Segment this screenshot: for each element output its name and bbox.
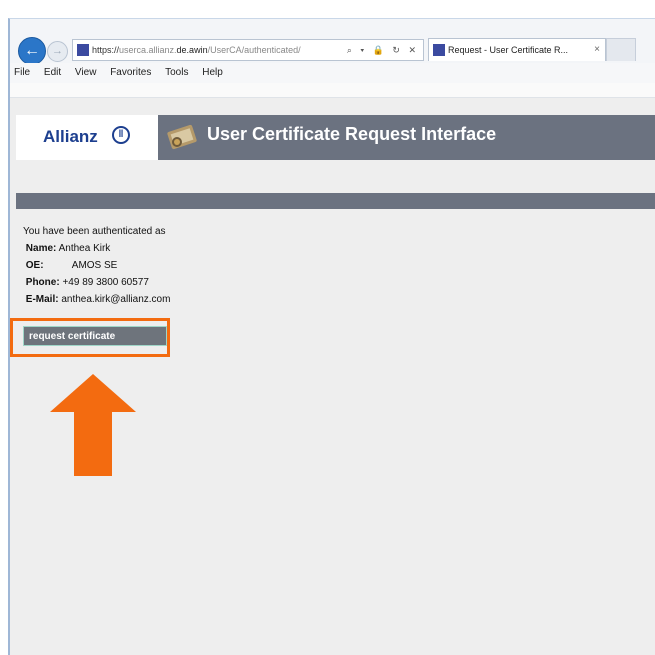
browser-titlebar: ← → https://userca.allianz.de.awin/UserC…: [10, 19, 655, 65]
field-name: Name: Anthea Kirk: [23, 240, 170, 257]
annotation-up-arrow-icon: [50, 374, 136, 476]
field-phone: Phone: +49 89 3800 60577: [23, 274, 170, 291]
field-label: Phone:: [25, 277, 60, 288]
page-title: User Certificate Request Interface: [207, 124, 497, 144]
auth-intro: You have been authenticated as: [23, 226, 166, 237]
certificate-icon: [167, 124, 197, 150]
field-label: Name:: [25, 243, 57, 254]
field-label: OE:: [25, 260, 44, 271]
back-button[interactable]: ←: [18, 37, 46, 65]
field-label: E-Mail:: [25, 294, 59, 305]
field-value: AMOS SE: [71, 260, 118, 271]
field-email: E-Mail: anthea.kirk@allianz.com: [23, 291, 171, 308]
screenshot-frame: ← → https://userca.allianz.de.awin/UserC…: [0, 0, 655, 655]
address-tools-icons[interactable]: ⌕ ▾ 🔒 ↻ ✕: [347, 40, 419, 60]
menu-edit[interactable]: Edit: [44, 67, 61, 78]
menu-view[interactable]: View: [75, 67, 97, 78]
sub-header-band: [16, 193, 655, 209]
url-host-main: de.awin: [176, 45, 208, 55]
field-value: +49 89 3800 60577: [62, 277, 149, 288]
request-certificate-button[interactable]: request certificate: [23, 326, 167, 346]
allianz-eagle-icon: ‖: [112, 126, 130, 144]
menu-help[interactable]: Help: [202, 67, 223, 78]
url-scheme: https://: [92, 45, 120, 55]
menu-favorites[interactable]: Favorites: [110, 67, 151, 78]
field-value: Anthea Kirk: [58, 243, 111, 254]
menu-bar: File Edit View Favorites Tools Help: [10, 63, 655, 83]
command-bar: [10, 83, 655, 98]
forward-button[interactable]: →: [47, 41, 68, 62]
auth-info: You have been authenticated as Name: Ant…: [23, 223, 170, 308]
menu-tools[interactable]: Tools: [165, 67, 188, 78]
new-tab-button[interactable]: [606, 38, 636, 61]
field-value: anthea.kirk@allianz.com: [61, 294, 171, 305]
site-favicon-icon: [77, 43, 89, 56]
allianz-logo: Allianz ‖: [16, 115, 158, 160]
back-arrow-icon: ←: [24, 42, 40, 59]
tab-request-certificate[interactable]: Request - User Certificate R... ×: [428, 38, 606, 61]
menu-file[interactable]: File: [14, 67, 30, 78]
tab-close-icon[interactable]: ×: [594, 39, 600, 61]
url-path: /UserCA/authenticated/: [207, 45, 301, 55]
address-bar[interactable]: https://userca.allianz.de.awin/UserCA/au…: [72, 39, 424, 61]
field-oe: OE: AMOS SE: [23, 257, 170, 274]
forward-arrow-icon: →: [52, 45, 63, 57]
tab-favicon-icon: [433, 43, 445, 56]
logo-text: Allianz: [43, 127, 98, 146]
tab-title: Request - User Certificate R...: [448, 45, 569, 55]
url-host-prefix: userca.allianz.: [119, 45, 177, 55]
